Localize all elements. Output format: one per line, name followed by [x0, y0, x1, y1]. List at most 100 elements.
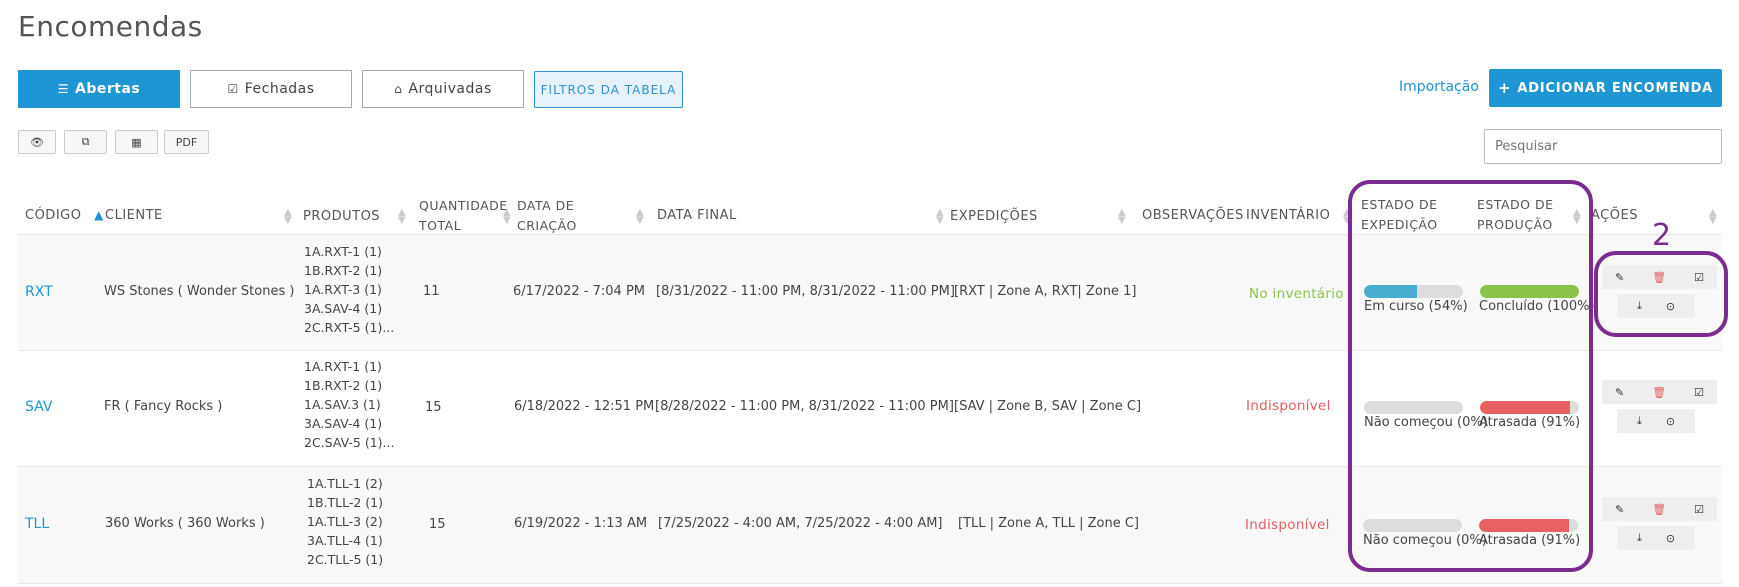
product-item: 1A.RXT-3 (1) — [304, 282, 382, 297]
product-item: 1A.RXT-1 (1) — [304, 359, 382, 374]
expeditions: [SAV | Zone B, SAV | Zone C] — [954, 399, 1142, 414]
actions-row-top: ✎ 🗑 ☑ — [1602, 380, 1717, 404]
order-code-link[interactable]: TLL — [25, 516, 49, 532]
products-list: 1A.RXT-1 (1) 1B.RXT-2 (1) 1A.RXT-3 (1) 3… — [304, 242, 394, 337]
creation-date: 6/18/2022 - 12:51 PM — [514, 399, 655, 414]
import-link[interactable]: Importação — [1399, 79, 1479, 95]
sort-icon: ▲ ▼ — [936, 207, 944, 226]
search-input[interactable] — [1484, 129, 1722, 164]
plus-icon: + — [1497, 79, 1512, 97]
product-item: 1A.RXT-1 (1) — [304, 244, 382, 259]
client-name: 360 Works ( 360 Works ) — [105, 516, 265, 531]
trash-icon[interactable]: 🗑 — [1652, 503, 1666, 516]
actions-row-bottom: ⤓ ⊙ — [1617, 409, 1695, 433]
col-codigo[interactable]: CÓDIGO ▲ — [25, 206, 104, 226]
client-name: WS Stones ( Wonder Stones ) — [104, 284, 295, 299]
pdf-button[interactable]: PDF — [164, 130, 209, 154]
col-observacoes[interactable]: OBSERVAÇÕES — [1142, 206, 1244, 226]
col-label: CÓDIGO — [25, 208, 82, 223]
sort-icon: ▲ ▼ — [1709, 207, 1717, 226]
tab-fechadas[interactable]: ☑ Fechadas — [190, 70, 352, 108]
creation-date: 6/17/2022 - 7:04 PM — [513, 284, 645, 299]
expeditions: [TLL | Zone A, TLL | Zone C] — [958, 516, 1139, 531]
col-produtos[interactable]: PRODUTOS — [303, 207, 380, 227]
total-quantity: 11 — [423, 284, 440, 299]
copy-button[interactable]: ⧉ — [64, 130, 107, 154]
expeditions: [RXT | Zone A, RXT| Zone 1] — [954, 284, 1137, 299]
order-code-link[interactable]: SAV — [25, 399, 52, 415]
sort-asc-icon: ▲ — [94, 208, 104, 222]
product-item: 1B.TLL-2 (1) — [307, 495, 383, 510]
list-icon: ☰ — [57, 82, 70, 96]
check-icon[interactable]: ☑ — [1694, 503, 1704, 516]
products-list: 1A.TLL-1 (2) 1B.TLL-2 (1) 1A.TLL-3 (2) 3… — [307, 474, 383, 569]
table-filters-button[interactable]: FILTROS DA TABELA — [534, 71, 683, 108]
product-item: 2C.SAV-5 (1)... — [304, 435, 395, 450]
col-cliente[interactable]: CLIENTE — [105, 206, 163, 226]
actions-row-bottom: ⤓ ⊙ — [1617, 526, 1695, 550]
add-order-button[interactable]: + ADICIONAR ENCOMENDA — [1489, 69, 1722, 107]
product-item: 2C.TLL-5 (1) — [307, 552, 384, 567]
creation-date: 6/19/2022 - 1:13 AM — [514, 516, 648, 531]
product-item: 1A.TLL-3 (2) — [307, 514, 383, 529]
check-icon[interactable]: ☑ — [1694, 386, 1704, 399]
clock-icon[interactable]: ⊙ — [1666, 415, 1675, 428]
row-divider — [18, 583, 1722, 584]
final-date: [8/31/2022 - 11:00 PM, 8/31/2022 - 11:00… — [656, 284, 955, 299]
product-item: 3A.SAV-4 (1) — [304, 301, 383, 316]
product-item: 3A.SAV-4 (1) — [304, 416, 383, 431]
col-label: QUANTIDADE — [419, 198, 508, 213]
product-item: 1A.SAV.3 (1) — [304, 397, 381, 412]
inventory-status: Indisponível — [1246, 398, 1331, 414]
annotation-number: 2 — [1652, 218, 1672, 253]
eye-icon: 👁 — [30, 135, 44, 149]
col-label: CRIAÇÃO — [517, 218, 577, 233]
actions-row-top: ✎ 🗑 ☑ — [1602, 497, 1717, 521]
col-data-criacao[interactable]: DATA DE CRIAÇÃO — [517, 196, 577, 236]
col-quantidade[interactable]: QUANTIDADE TOTAL — [419, 196, 508, 236]
tab-label: Fechadas — [244, 81, 315, 97]
tab-arquivadas[interactable]: ⌂ Arquivadas — [362, 70, 524, 108]
trash-icon[interactable]: 🗑 — [1652, 386, 1666, 399]
clock-icon[interactable]: ⊙ — [1666, 532, 1675, 545]
product-item: 1A.TLL-1 (2) — [307, 476, 383, 491]
final-date: [8/28/2022 - 11:00 PM, 8/31/2022 - 11:00… — [655, 399, 954, 414]
inventory-status: No inventário — [1249, 286, 1344, 302]
archive-icon: ⌂ — [394, 82, 403, 96]
final-date: [7/25/2022 - 4:00 AM, 7/25/2022 - 4:00 A… — [658, 516, 943, 531]
col-label: TOTAL — [419, 218, 462, 233]
col-data-final[interactable]: DATA FINAL — [657, 206, 737, 226]
product-item: 3A.TLL-4 (1) — [307, 533, 383, 548]
edit-icon[interactable]: ✎ — [1615, 503, 1624, 516]
sort-icon: ▲ ▼ — [284, 207, 292, 226]
tab-abertas[interactable]: ☰ Abertas — [18, 70, 180, 108]
highlight-status-columns — [1348, 180, 1593, 572]
sort-icon: ▲ ▼ — [503, 207, 511, 226]
sort-icon: ▲ ▼ — [398, 207, 406, 226]
sort-icon: ▲ ▼ — [1118, 207, 1126, 226]
col-inventario[interactable]: INVENTÁRIO — [1246, 206, 1330, 226]
tab-label: Arquivadas — [408, 81, 492, 97]
copy-icon: ⧉ — [81, 135, 90, 148]
check-square-icon: ☑ — [227, 82, 239, 96]
product-item: 2C.RXT-5 (1)... — [304, 320, 395, 335]
download-icon[interactable]: ⤓ — [1637, 531, 1642, 545]
order-code-link[interactable]: RXT — [25, 284, 53, 300]
page-title: Encomendas — [18, 10, 203, 43]
products-list: 1A.RXT-1 (1) 1B.RXT-2 (1) 1A.SAV.3 (1) 3… — [304, 357, 394, 452]
sort-icon: ▲ ▼ — [636, 207, 644, 226]
eye-button[interactable]: 👁 — [18, 130, 56, 154]
excel-button[interactable]: ▦ — [115, 130, 158, 154]
inventory-status: Indisponível — [1245, 517, 1330, 533]
table-icon: ▦ — [131, 135, 142, 149]
add-order-label: ADICIONAR ENCOMENDA — [1517, 80, 1714, 96]
highlight-actions — [1594, 251, 1728, 337]
download-icon[interactable]: ⤓ — [1637, 414, 1642, 428]
product-item: 1B.RXT-2 (1) — [304, 378, 383, 393]
tab-label: Abertas — [75, 81, 141, 97]
col-acoes[interactable]: AÇÕES — [1591, 206, 1638, 226]
edit-icon[interactable]: ✎ — [1615, 386, 1624, 399]
col-expedicoes[interactable]: EXPEDIÇÕES — [950, 207, 1038, 227]
col-label: DATA DE — [517, 198, 575, 213]
total-quantity: 15 — [425, 400, 442, 415]
